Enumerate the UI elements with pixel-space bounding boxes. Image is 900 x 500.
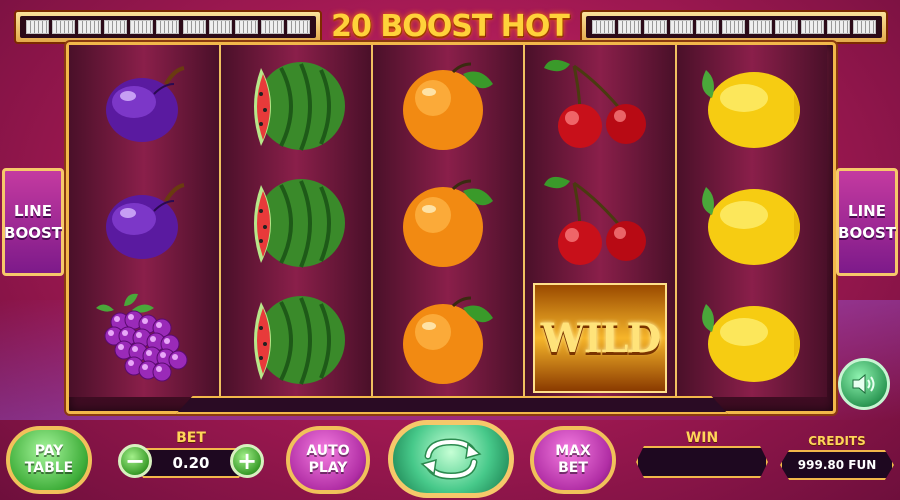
lemon-symbol [677,45,827,162]
game-title: 20 BOOST HOT [331,8,570,44]
payline-chip [617,20,641,34]
payline-chip [591,20,615,34]
paytable-label-bottom: TABLE [24,460,74,476]
line-boost-label-top: LINE [14,202,52,220]
payline-chip [748,20,772,34]
line-boost-label-bottom: BOOST [838,224,896,242]
line-boost-label-top: LINE [848,202,886,220]
payline-indicator-right [580,10,888,44]
credits-label: CREDITS [808,434,866,448]
lemon-symbol [677,162,827,279]
paytable-button[interactable]: PAY TABLE [6,426,92,494]
payline-chip [696,20,720,34]
payline-indicator-left [14,10,322,44]
payline-chip [51,20,75,34]
max-bet-label-bottom: BET [558,460,588,476]
reel-5 [677,45,827,397]
payline-chip [853,20,877,34]
payline-chip [261,20,285,34]
payline-chip [130,20,154,34]
payline-chip [234,20,258,34]
reel-4: WILD [525,45,675,397]
bet-label: BET [176,430,206,446]
payline-chip [800,20,824,34]
plum-symbol [69,162,219,279]
payline-chip [77,20,101,34]
payline-chip [208,20,232,34]
payline-chip [287,20,311,34]
orange-symbol [373,162,523,279]
bet-increase-button[interactable]: + [230,444,264,478]
reel-2 [221,45,371,397]
bet-control: BET 0.20 − + [110,430,272,484]
credits-display: CREDITS 999.80 FUN [778,432,896,486]
wild-label: WILD [540,314,661,362]
spin-arrows-icon [420,438,482,480]
minus-icon: − [124,447,146,475]
reel-3 [373,45,523,397]
reel-1 [69,45,219,397]
wild-frame: WILD [533,283,667,393]
orange-symbol [373,45,523,162]
payline-chip [643,20,667,34]
bet-decrease-button[interactable]: − [118,444,152,478]
reels-area: WILD [66,42,836,414]
payline-chip [25,20,49,34]
payline-chip [156,20,180,34]
bet-value: 0.20 [172,454,210,472]
plus-icon: + [236,447,258,475]
payline-chip [827,20,851,34]
spin-button[interactable] [388,420,514,498]
wild-symbol: WILD [525,279,675,396]
sound-toggle-button[interactable] [838,358,890,410]
win-value-box [636,446,768,478]
watermelon-symbol [221,162,371,279]
message-strip [176,396,728,414]
speaker-icon [852,373,875,395]
cherries-symbol [525,45,675,162]
win-label: WIN [685,430,719,446]
payline-chip [670,20,694,34]
plum-symbol [69,45,219,162]
payline-chip [104,20,128,34]
autoplay-label-bottom: PLAY [308,460,348,476]
line-boost-label-bottom: BOOST [4,224,62,242]
payline-chip [182,20,206,34]
max-bet-label-top: MAX [555,443,591,459]
win-display: WIN [632,430,772,486]
credits-value: 999.80 FUN [797,458,877,472]
cherries-symbol [525,162,675,279]
grapes-symbol [69,279,219,396]
payline-chip [774,20,798,34]
max-bet-button[interactable]: MAX BET [530,426,616,494]
line-boost-button-right[interactable]: LINE BOOST [836,168,898,276]
lemon-symbol [677,279,827,396]
orange-symbol [373,279,523,396]
payline-chip [722,20,746,34]
watermelon-symbol [221,45,371,162]
credits-value-box: 999.80 FUN [780,450,894,480]
autoplay-label-top: AUTO [306,443,350,459]
watermelon-symbol [221,279,371,396]
autoplay-button[interactable]: AUTO PLAY [286,426,370,494]
line-boost-button-left[interactable]: LINE BOOST [2,168,64,276]
paytable-label-top: PAY [34,443,64,459]
